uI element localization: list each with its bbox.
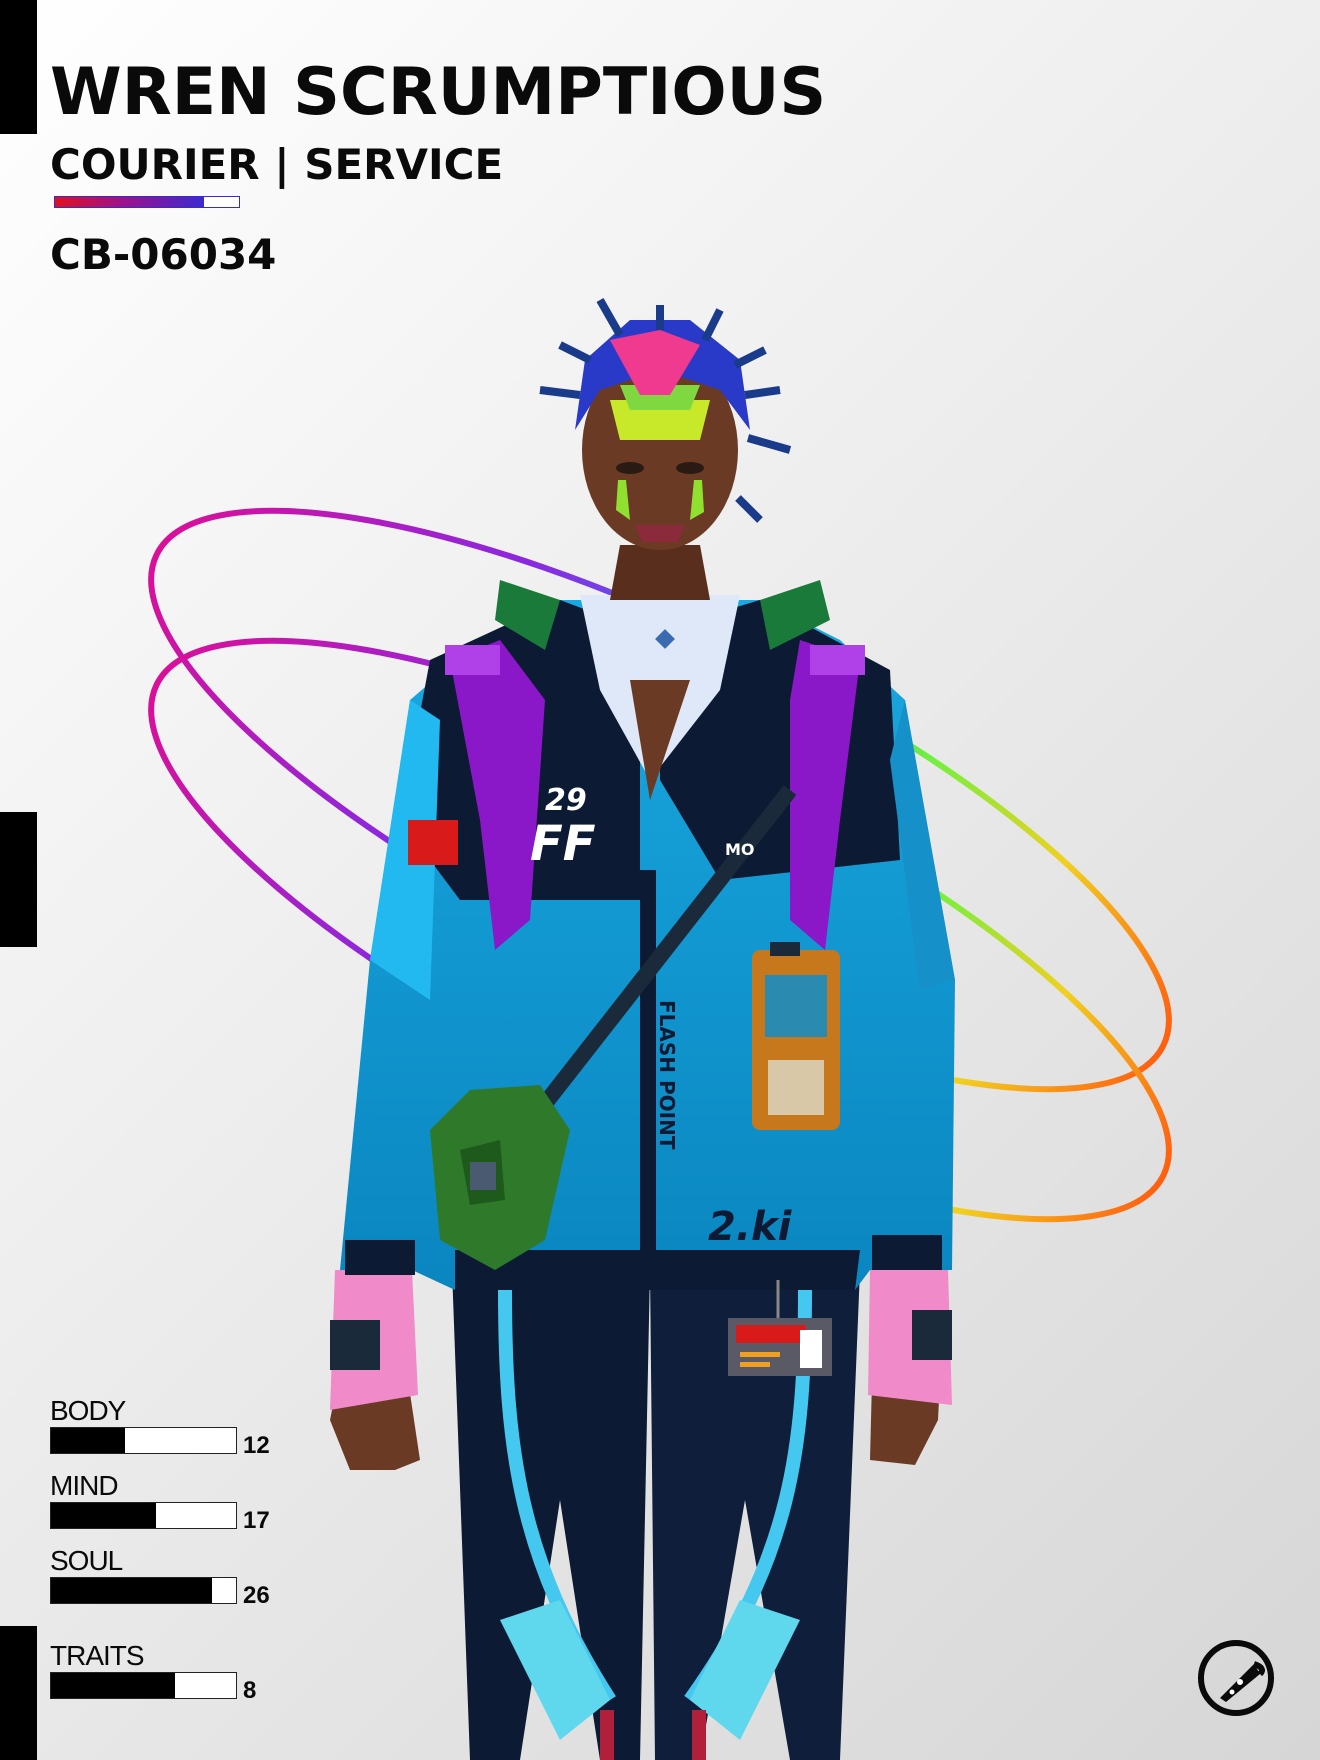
patch-chest-left: FF — [530, 816, 596, 872]
stat-soul-label: SOUL — [50, 1545, 123, 1576]
stat-traits-fill — [51, 1672, 175, 1698]
stat-body-value: 12 — [243, 1432, 270, 1459]
stat-traits: TRAITS 8 — [50, 1640, 310, 1704]
patch-chest-number: 29 — [545, 783, 587, 818]
patch-chest-right: MO — [725, 840, 755, 859]
stat-soul: SOUL 26 — [50, 1545, 310, 1609]
stat-mind-value: 17 — [243, 1507, 270, 1534]
radio-device — [752, 942, 840, 1130]
stat-body-fill — [51, 1427, 125, 1453]
stat-body-bar — [50, 1426, 237, 1454]
stat-traits-label: TRAITS — [50, 1640, 145, 1671]
stat-mind-fill — [51, 1502, 157, 1528]
jacket — [340, 580, 955, 1290]
stat-mind: MIND 17 — [50, 1470, 310, 1534]
stat-body-label: BODY — [50, 1395, 126, 1426]
stat-mind-label: MIND — [50, 1470, 119, 1501]
stat-traits-bar — [50, 1671, 237, 1699]
patch-zipper: FLASH POINT — [655, 1000, 679, 1150]
stat-body: BODY 12 — [50, 1395, 310, 1459]
stat-traits-value: 8 — [243, 1677, 257, 1704]
stat-mind-bar — [50, 1501, 237, 1529]
stat-soul-value: 26 — [243, 1582, 270, 1609]
stat-soul-fill — [51, 1577, 212, 1603]
patch-pocket: 2.ki — [708, 1204, 793, 1250]
stat-soul-bar — [50, 1576, 237, 1604]
neck — [610, 545, 710, 600]
pizza-slice-icon — [1198, 1640, 1274, 1716]
